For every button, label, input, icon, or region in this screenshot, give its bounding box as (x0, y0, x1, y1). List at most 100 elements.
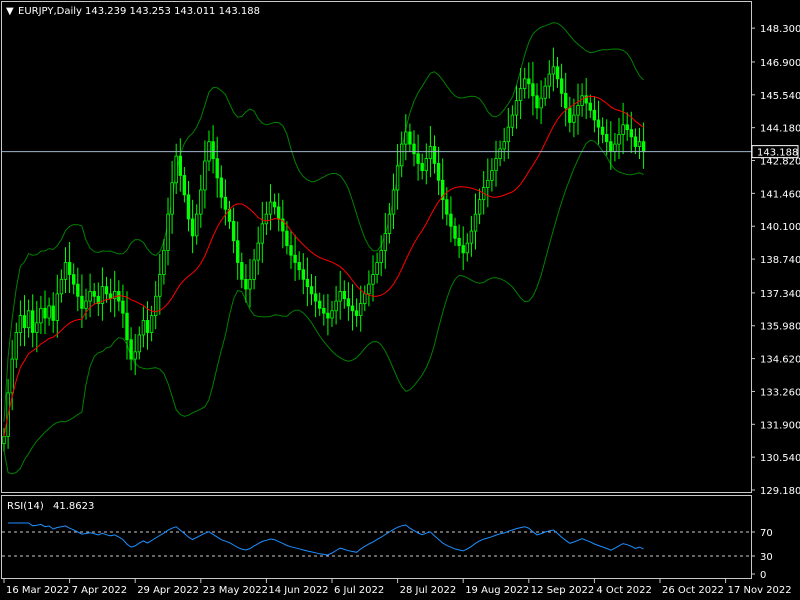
rsi-tick-label: 0 (760, 570, 766, 581)
price-tick-label: 135.980 (760, 322, 800, 333)
candle (43, 290, 47, 335)
rsi-line (8, 522, 644, 556)
candle (244, 264, 248, 303)
candle (260, 201, 264, 263)
candle (424, 143, 428, 185)
candle (162, 239, 166, 285)
candle (588, 94, 592, 118)
candle (412, 130, 416, 167)
price-tick-label: 138.740 (760, 255, 800, 266)
candle (600, 117, 605, 144)
candle (22, 295, 27, 347)
candle (256, 226, 260, 275)
candle (576, 83, 580, 135)
price-tick-label: 146.900 (760, 58, 800, 69)
candle (231, 207, 236, 254)
candle (473, 193, 478, 250)
candle (469, 215, 474, 257)
candle (235, 221, 240, 280)
candle (531, 61, 535, 116)
candle (88, 273, 92, 318)
candle (227, 200, 232, 230)
price-tick-label: 133.260 (760, 387, 800, 398)
candle (223, 179, 228, 226)
candle (199, 174, 203, 228)
price-tick-label: 129.180 (760, 486, 800, 497)
candle (535, 83, 539, 120)
candle (379, 235, 383, 277)
price-tick-label: 141.460 (760, 189, 800, 200)
candle (30, 294, 35, 348)
candle (617, 117, 621, 159)
candle (72, 263, 76, 295)
candle (182, 167, 187, 203)
time-tick-label: 12 Sep 2022 (531, 585, 594, 596)
candle (383, 212, 387, 269)
candle (330, 300, 334, 327)
candle (633, 128, 638, 155)
candle (84, 288, 88, 320)
rsi-tick-label: 30 (760, 552, 773, 563)
candle (248, 258, 252, 308)
price-tick-label: 140.100 (760, 222, 800, 233)
candle (276, 193, 281, 232)
price-tick-label: 137.340 (760, 289, 800, 300)
candle (461, 226, 465, 271)
candle (194, 204, 199, 245)
time-tick-label: 29 Apr 2022 (137, 585, 199, 596)
rsi-label: RSI(14) (7, 501, 44, 512)
candle (92, 282, 96, 304)
candle (207, 130, 211, 172)
candle (334, 285, 338, 325)
rsi-indicator: 70 30 0 (2, 522, 773, 581)
dropdown-triangle-icon[interactable]: ▼ (6, 6, 14, 17)
time-tick-label: 26 Oct 2022 (662, 585, 724, 596)
candle (14, 322, 18, 368)
candle (399, 131, 404, 178)
candle (342, 280, 346, 309)
candle (592, 96, 597, 133)
symbol-label: EURJPY,Daily (18, 6, 82, 17)
candle (453, 217, 457, 246)
candle (326, 293, 330, 336)
candle (63, 247, 68, 294)
candle (96, 282, 100, 316)
candle (100, 267, 105, 321)
trading-chart[interactable]: 143.188 148.300146.900145.540144.180142.… (0, 0, 800, 600)
candle (404, 114, 408, 161)
candle (387, 203, 392, 244)
candle (264, 201, 269, 236)
rsi-pane-frame (1, 495, 752, 579)
candle (637, 127, 642, 159)
candle (268, 184, 273, 231)
candle (605, 119, 609, 156)
candle (137, 326, 141, 360)
price-candles (2, 47, 646, 452)
candle (551, 47, 556, 92)
candle (518, 68, 523, 120)
time-tick-label: 6 Jul 2022 (334, 585, 384, 596)
price-tick-label: 142.820 (760, 157, 800, 168)
candle (584, 77, 588, 120)
candle (568, 96, 572, 133)
candle (523, 67, 527, 99)
candle (350, 284, 355, 331)
candle (596, 100, 601, 145)
candle (297, 251, 301, 280)
candle (641, 122, 646, 169)
price-tick-label: 130.540 (760, 453, 800, 464)
candle (543, 77, 547, 106)
candle (395, 143, 400, 210)
candle (486, 158, 490, 208)
ma-line (3, 95, 644, 437)
candle (26, 299, 31, 338)
candle (502, 127, 506, 162)
candle (39, 295, 43, 335)
candle (555, 57, 560, 88)
time-tick-label: 16 Mar 2022 (6, 585, 69, 596)
candle (432, 135, 437, 174)
candle (367, 270, 371, 307)
price-tick-label: 144.180 (760, 124, 800, 135)
candle (539, 80, 543, 124)
candle (494, 140, 498, 187)
